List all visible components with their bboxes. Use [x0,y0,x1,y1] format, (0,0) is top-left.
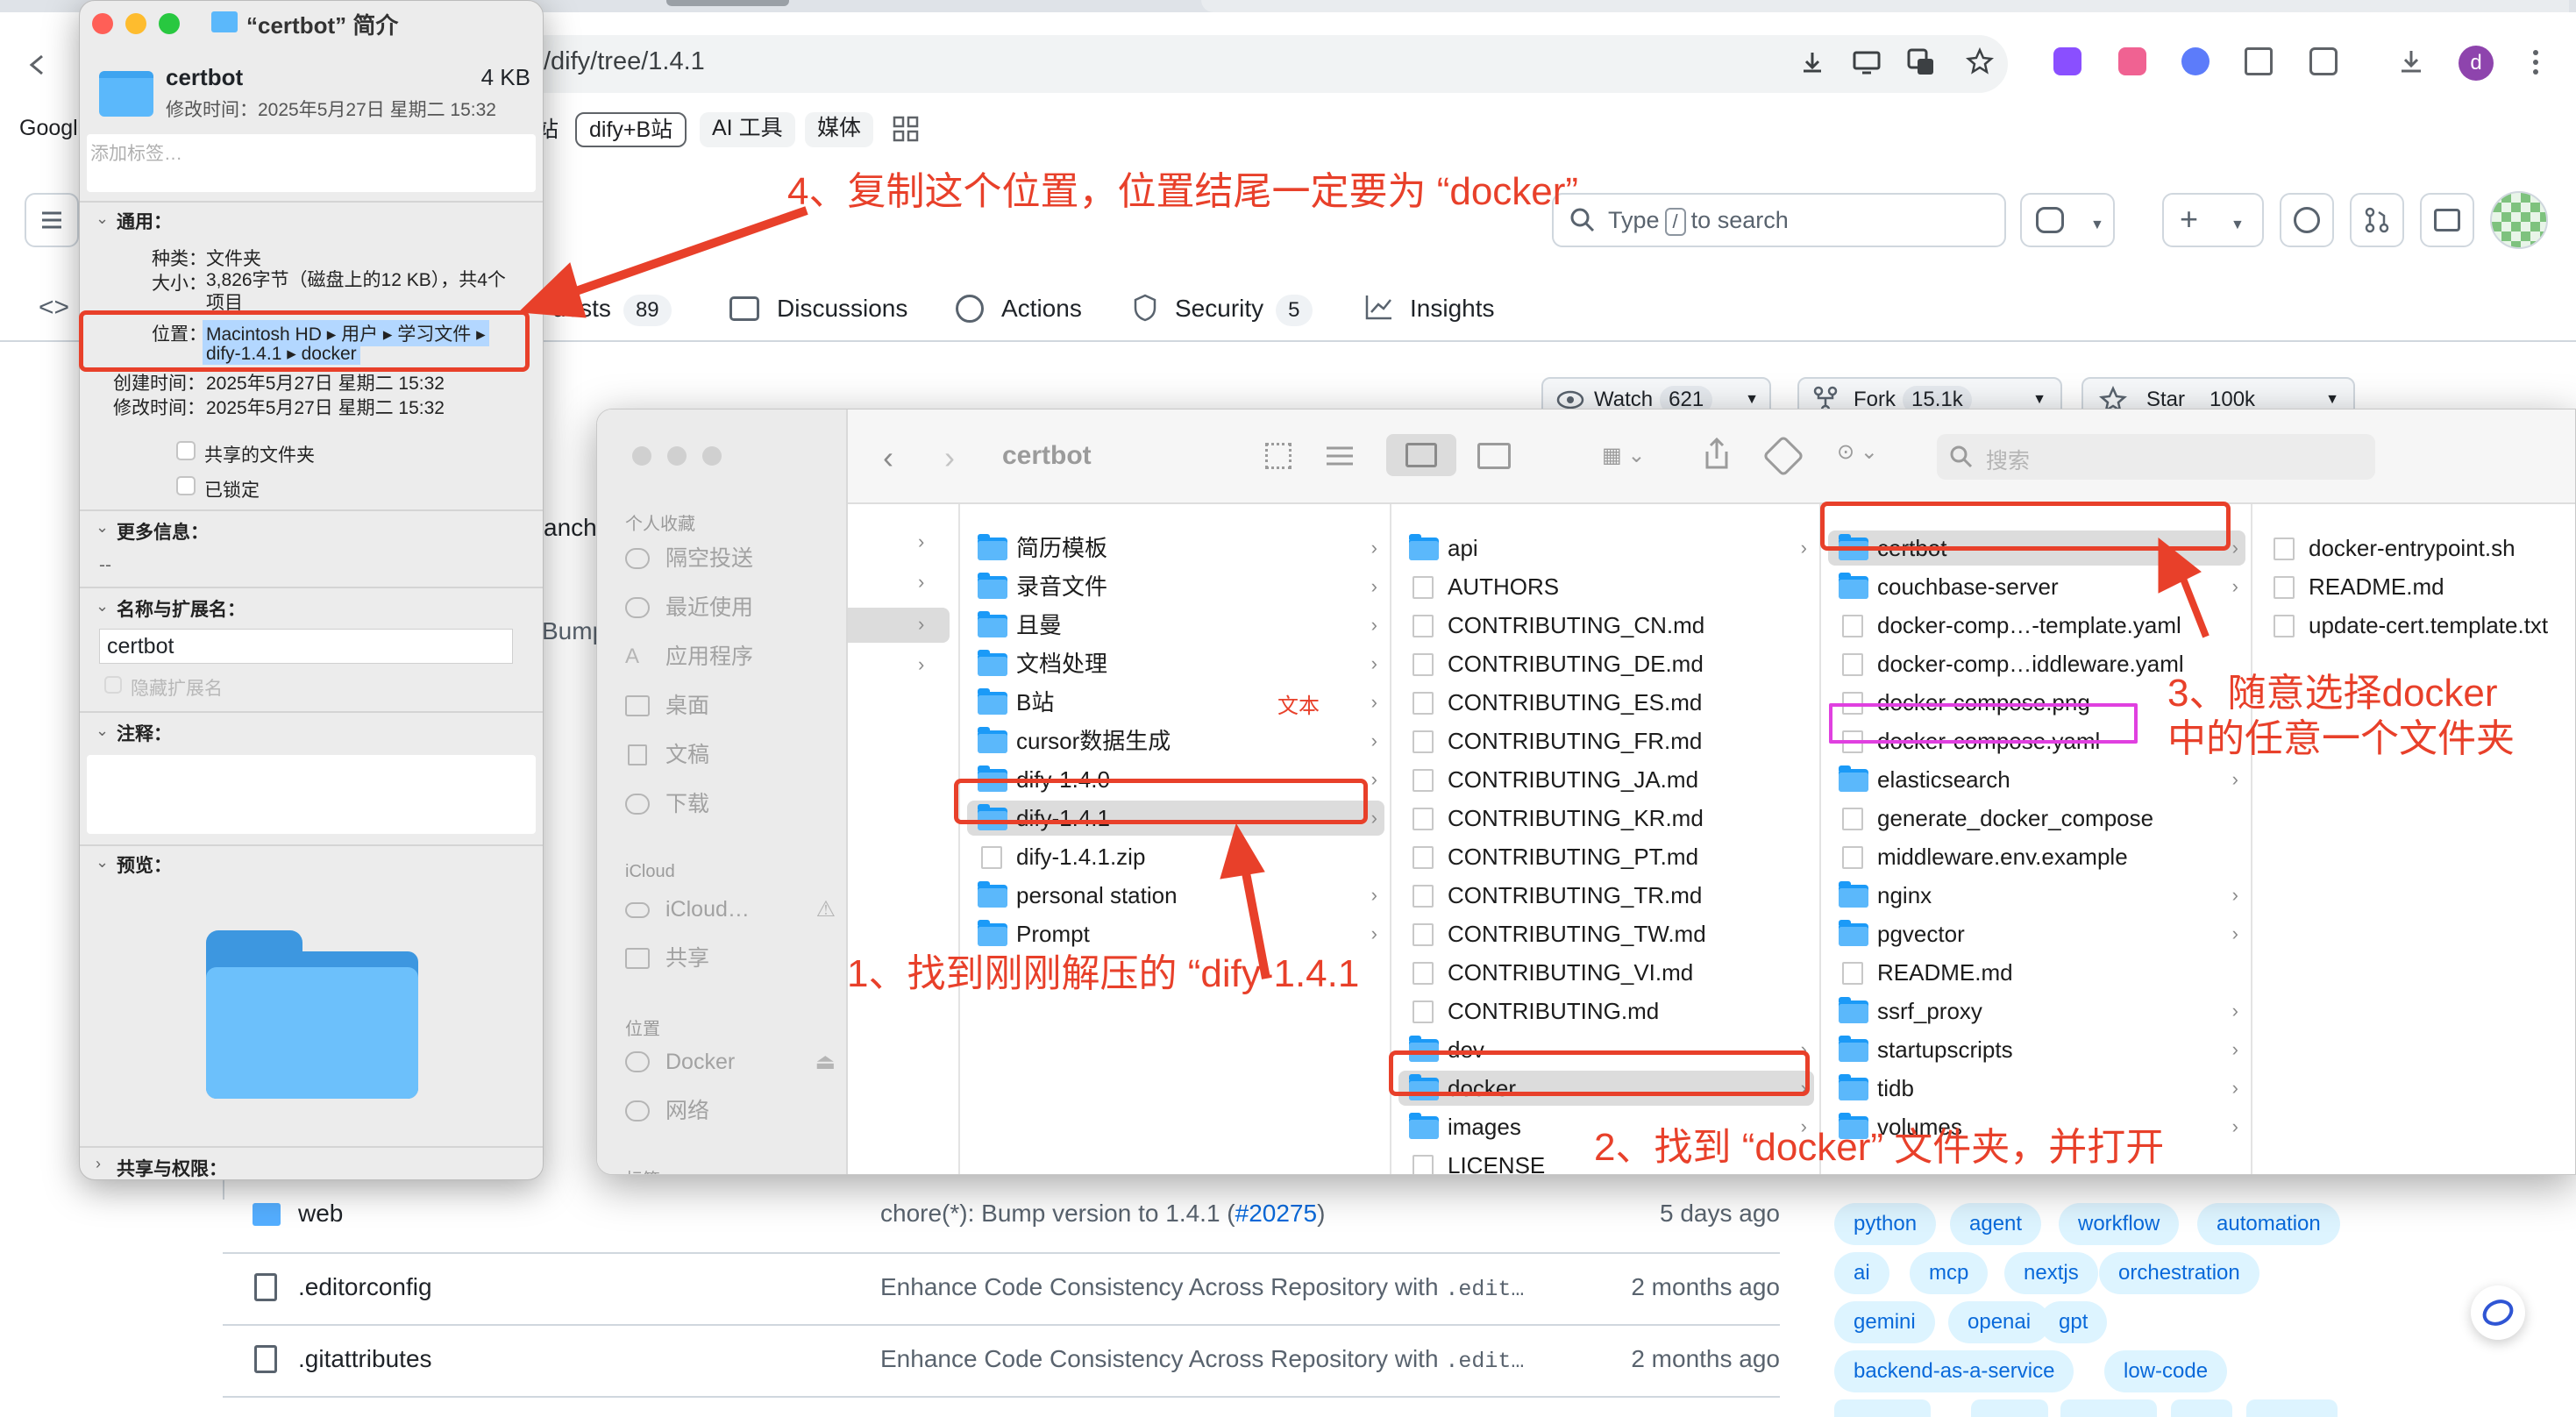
arrowhead-step3 [2158,537,2202,594]
arrowhead-step4 [517,262,587,318]
annotation-arrows [517,206,2210,979]
arrow-step3 [2180,577,2210,638]
arrow-step4 [559,206,808,301]
arrowhead-step1 [1220,822,1265,879]
arrow-step1 [1241,867,1270,979]
